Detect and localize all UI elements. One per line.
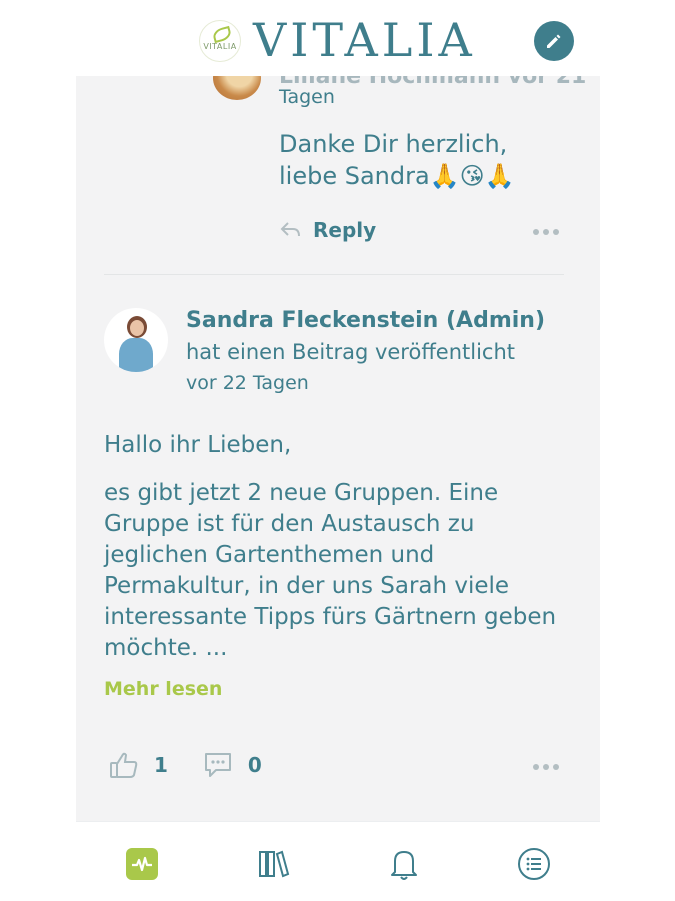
thumbs-up-icon[interactable] (108, 750, 140, 780)
avatar[interactable] (104, 308, 168, 372)
post-reactions: 1 0 (108, 750, 296, 780)
pencil-icon (547, 34, 561, 48)
edit-button[interactable] (534, 21, 574, 61)
reply-timestamp: Tagen (279, 86, 335, 108)
reply-author-avatar[interactable] (213, 76, 261, 100)
comment-icon[interactable] (202, 750, 234, 780)
activity-feed[interactable]: Liliane Hochmann vor 21 Tagen Danke Dir … (76, 76, 600, 821)
read-more-link[interactable]: Mehr lesen (104, 678, 222, 700)
activity-icon (132, 856, 152, 872)
tab-menu[interactable] (516, 846, 552, 882)
tab-notifications[interactable] (386, 846, 422, 882)
more-dots-icon[interactable] (533, 764, 559, 770)
post-timestamp: vor 22 Tagen (186, 372, 309, 394)
divider (104, 274, 564, 275)
app-header: VITALIA VITALIA (0, 0, 675, 76)
reply-text: Danke Dir herzlich, liebe Sandra🙏😘🙏 (279, 130, 515, 190)
brand-title: VITALIA (253, 13, 476, 67)
like-count: 1 (154, 753, 168, 777)
bell-icon (391, 851, 417, 880)
logo-badge-text: VITALIA (203, 41, 237, 51)
tab-activity[interactable] (126, 848, 158, 880)
logo-badge: VITALIA (199, 20, 241, 62)
post-action-text: hat einen Beitrag veröffentlicht (186, 340, 516, 364)
reply-label: Reply (313, 218, 377, 242)
bottom-tab-bar (76, 821, 600, 901)
post-greeting: Hallo ihr Lieben, (104, 432, 292, 458)
tab-library[interactable] (256, 846, 292, 882)
more-dots-icon[interactable] (533, 229, 559, 235)
post-body: es gibt jetzt 2 neue Gruppen. Eine Grupp… (104, 480, 557, 661)
reply-button[interactable]: Reply (279, 218, 376, 242)
post-author-name[interactable]: Sandra Fleckenstein (Admin) (186, 308, 545, 333)
books-icon (259, 850, 290, 878)
list-icon (518, 848, 550, 880)
reply-arrow-icon (280, 222, 300, 237)
comment-count: 0 (247, 753, 262, 777)
